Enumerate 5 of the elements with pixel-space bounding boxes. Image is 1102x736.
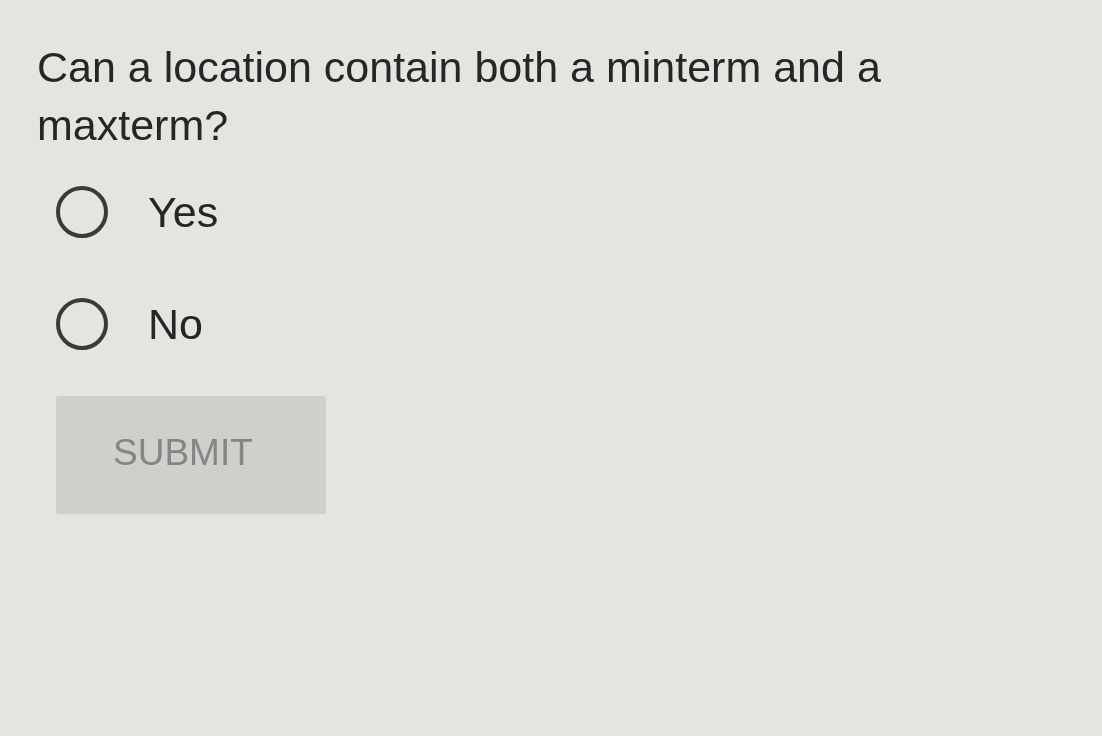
radio-button[interactable] xyxy=(56,186,108,238)
radio-button[interactable] xyxy=(56,298,108,350)
question-text: Can a location contain both a minterm and a maxterm? xyxy=(37,42,882,151)
option-label[interactable]: Yes xyxy=(148,190,219,234)
option-label[interactable]: No xyxy=(148,302,203,346)
